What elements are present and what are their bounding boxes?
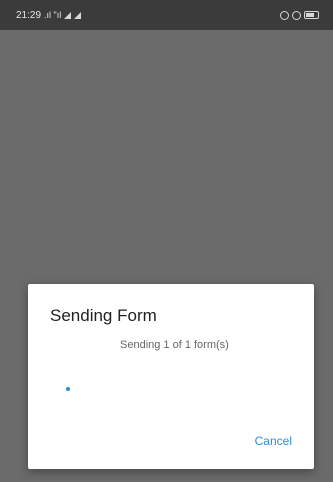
- progress-message: Sending 1 of 1 form(s): [120, 339, 229, 351]
- status-bar: 21:29 .ıl "ıl: [0, 0, 333, 30]
- signal-icon: [64, 11, 72, 19]
- battery-icon: [304, 11, 319, 19]
- status-left: 21:29 .ıl "ıl: [16, 9, 82, 21]
- signal-icon: [74, 11, 82, 19]
- cancel-button[interactable]: Cancel: [255, 434, 292, 448]
- dialog-title: Sending Form: [50, 306, 157, 325]
- alarm-icon: [292, 10, 301, 20]
- progress-spinner: [66, 387, 70, 391]
- sending-form-dialog: Sending Form Sending 1 of 1 form(s) Canc…: [28, 284, 314, 469]
- status-right: [280, 10, 319, 20]
- signal-text: .ıl "ıl: [44, 10, 62, 20]
- status-time: 21:29: [16, 9, 42, 21]
- location-icon: [280, 10, 289, 20]
